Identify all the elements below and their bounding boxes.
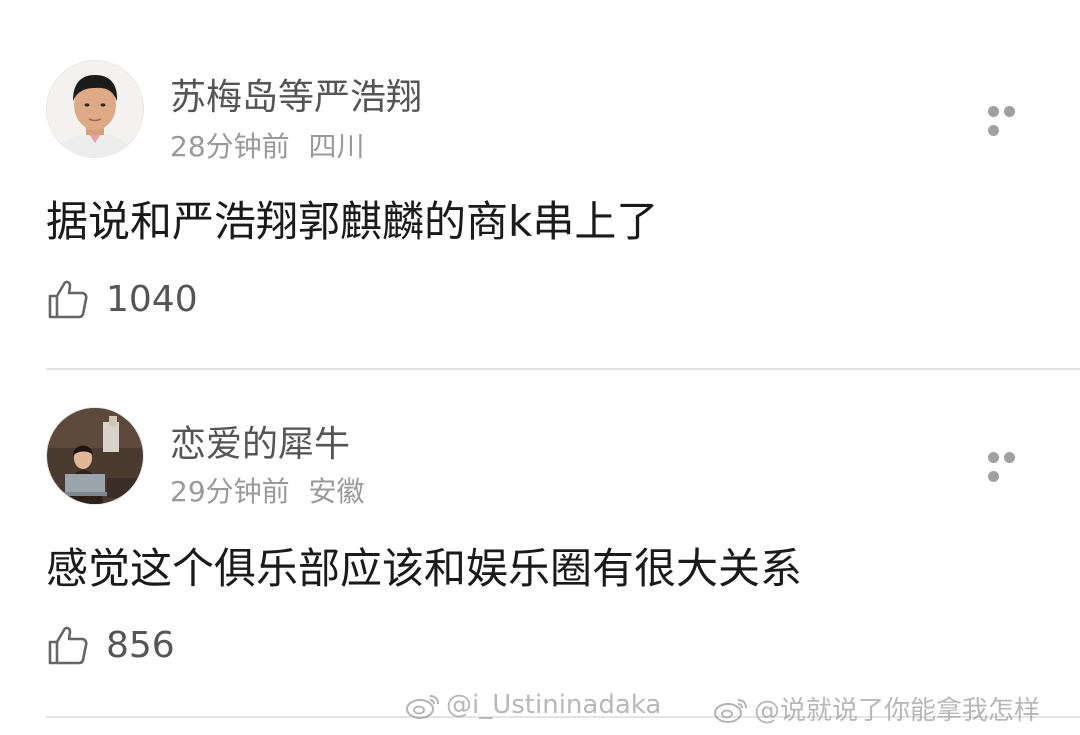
weibo-watermark: @说就说了你能拿我怎样: [712, 690, 1040, 727]
like-button[interactable]: 856: [46, 622, 175, 668]
comment-meta: 29分钟前 安徽: [170, 470, 365, 510]
username[interactable]: 恋爱的犀牛: [170, 415, 350, 467]
username[interactable]: 苏梅岛等严浩翔: [170, 68, 422, 120]
more-options-icon[interactable]: [988, 448, 1034, 482]
avatar[interactable]: [46, 407, 144, 505]
like-count: 1040: [106, 278, 198, 320]
more-options-icon[interactable]: [988, 102, 1034, 136]
watermark-text: @说就说了你能拿我怎样: [754, 696, 1041, 726]
comment-meta: 28分钟前 四川: [170, 125, 365, 165]
weibo-logo-icon: [406, 695, 439, 719]
comment-text: 据说和严浩翔郭麒麟的商k串上了: [46, 197, 659, 246]
comment-location: 安徽: [308, 475, 365, 508]
weibo-logo-icon: [714, 698, 747, 723]
avatar[interactable]: [46, 60, 144, 158]
like-button[interactable]: 1040: [46, 276, 198, 322]
comment-item: 苏梅岛等严浩翔 28分钟前 四川 据说和严浩翔郭麒麟的商k串上了 1040: [0, 0, 1080, 370]
comment-list: 苏梅岛等严浩翔 28分钟前 四川 据说和严浩翔郭麒麟的商k串上了 1040 恋爱…: [0, 0, 1080, 735]
thumbs-up-icon: [48, 626, 88, 665]
thumbs-up-icon: [48, 280, 88, 319]
avatar-young-man-photo-icon: [47, 61, 143, 157]
divider: [46, 368, 1080, 370]
avatar-woman-with-laptop-photo-icon: [47, 408, 143, 504]
watermark-text: @i_Ustininadaka: [446, 690, 662, 720]
comment-location: 四川: [308, 130, 365, 163]
weibo-watermark: @i_Ustininadaka: [404, 690, 661, 720]
comment-text: 感觉这个俱乐部应该和娱乐圈有很大关系: [46, 544, 803, 593]
comment-item: 恋爱的犀牛 29分钟前 安徽 感觉这个俱乐部应该和娱乐圈有很大关系 856: [0, 372, 1080, 717]
like-count: 856: [106, 624, 175, 666]
comment-time: 28分钟前: [170, 130, 290, 163]
comment-time: 29分钟前: [170, 475, 290, 508]
